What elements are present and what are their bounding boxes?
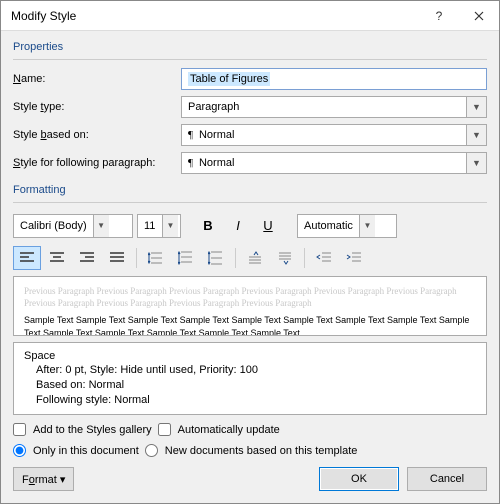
- help-button[interactable]: ?: [419, 1, 459, 31]
- font-family-select[interactable]: Calibri (Body) ▼: [13, 214, 133, 238]
- cancel-button[interactable]: Cancel: [407, 467, 487, 491]
- preview-box: Previous Paragraph Previous Paragraph Pr…: [13, 276, 487, 336]
- font-color-select[interactable]: Automatic ▼: [297, 214, 397, 238]
- add-gallery-checkbox[interactable]: Add to the Styles gallery: [13, 423, 152, 436]
- chevron-down-icon: ▼: [466, 153, 486, 173]
- chevron-down-icon: ▼: [359, 215, 375, 237]
- titlebar: Modify Style ?: [1, 1, 499, 31]
- italic-button[interactable]: I: [225, 214, 251, 238]
- increase-indent-button[interactable]: [340, 246, 368, 270]
- align-center-button[interactable]: [43, 246, 71, 270]
- only-in-document-radio[interactable]: Only in this document: [13, 444, 139, 457]
- align-justify-button[interactable]: [103, 246, 131, 270]
- style-type-label: Style type:: [13, 101, 175, 113]
- following-label: Style for following paragraph:: [13, 157, 175, 169]
- format-button[interactable]: Format ▾: [13, 467, 74, 491]
- properties-heading: Properties: [13, 41, 487, 53]
- chevron-down-icon: ▼: [466, 125, 486, 145]
- space-before-button[interactable]: [241, 246, 269, 270]
- chevron-down-icon: ▼: [466, 97, 486, 117]
- paragraph-icon: ¶: [188, 157, 193, 169]
- chevron-down-icon: ▼: [162, 215, 178, 237]
- name-input[interactable]: Table of Figures: [181, 68, 487, 90]
- window-title: Modify Style: [11, 9, 419, 23]
- following-select[interactable]: ¶ Normal ▼: [181, 152, 487, 174]
- close-button[interactable]: [459, 1, 499, 31]
- ok-button[interactable]: OK: [319, 467, 399, 491]
- style-summary: Space After: 0 pt, Style: Hide until use…: [13, 342, 487, 415]
- based-on-select[interactable]: ¶ Normal ▼: [181, 124, 487, 146]
- space-after-button[interactable]: [271, 246, 299, 270]
- decrease-indent-button[interactable]: [310, 246, 338, 270]
- new-docs-radio[interactable]: New documents based on this template: [145, 444, 358, 457]
- based-on-label: Style based on:: [13, 129, 175, 141]
- align-right-button[interactable]: [73, 246, 101, 270]
- single-spacing-button[interactable]: [142, 246, 170, 270]
- name-label: Name:: [13, 73, 175, 85]
- style-type-select[interactable]: Paragraph ▼: [181, 96, 487, 118]
- auto-update-checkbox[interactable]: Automatically update: [158, 423, 280, 436]
- underline-button[interactable]: U: [255, 214, 281, 238]
- onehalf-spacing-button[interactable]: [172, 246, 200, 270]
- bold-button[interactable]: B: [195, 214, 221, 238]
- align-left-button[interactable]: [13, 246, 41, 270]
- formatting-heading: Formatting: [13, 184, 487, 196]
- chevron-down-icon: ▼: [93, 215, 109, 237]
- double-spacing-button[interactable]: [202, 246, 230, 270]
- paragraph-icon: ¶: [188, 129, 193, 141]
- font-size-select[interactable]: 11 ▼: [137, 214, 181, 238]
- modify-style-dialog: Modify Style ? Properties Name: Table of…: [0, 0, 500, 504]
